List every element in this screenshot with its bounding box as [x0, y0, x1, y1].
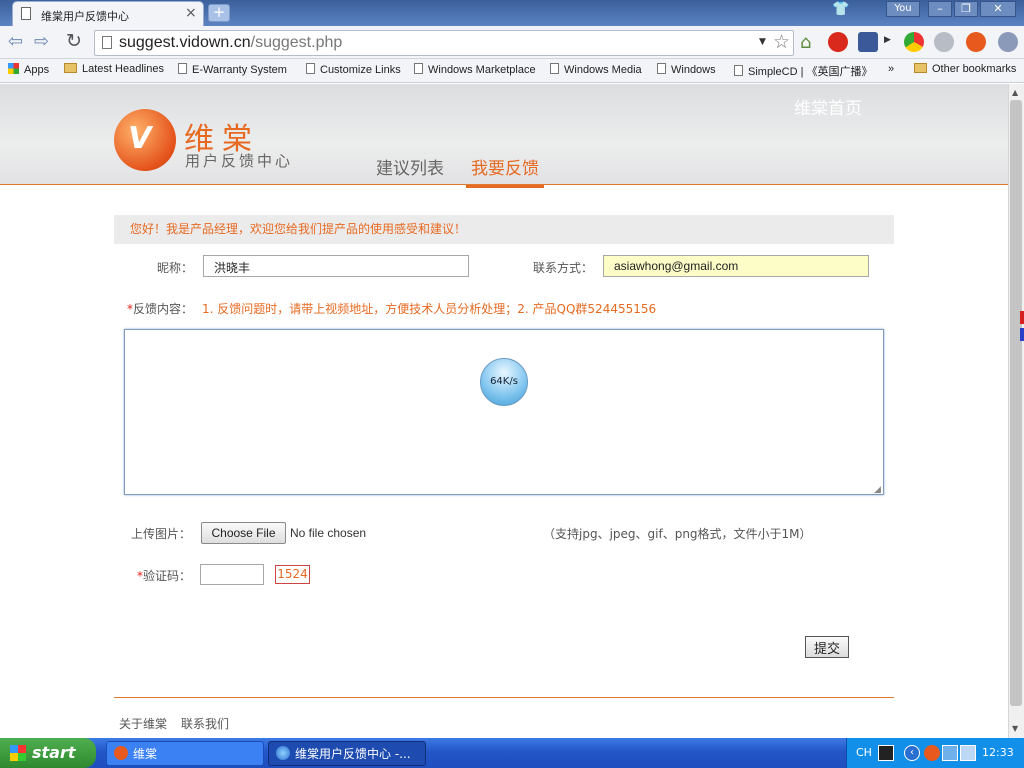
scroll-marker: [1020, 311, 1024, 324]
feedback-tips: 1. 反馈问题时，请带上视频地址，方便技术人员分析处理；2. 产品QQ群5244…: [202, 302, 657, 316]
tab-submit-feedback[interactable]: 我要反馈: [466, 154, 544, 188]
chevron-down-icon[interactable]: ▼: [759, 37, 766, 47]
page-icon: [178, 63, 187, 74]
taskbar-item-vidown[interactable]: 维棠: [106, 741, 264, 766]
more-bookmarks-button[interactable]: »: [888, 63, 894, 75]
resize-handle-icon[interactable]: ◢: [874, 485, 881, 495]
adblock-icon[interactable]: [828, 32, 848, 52]
page-icon: [734, 65, 743, 76]
home-link[interactable]: 维棠首页: [794, 94, 862, 119]
bookmark-windows[interactable]: Windows: [657, 63, 716, 76]
scroll-up-icon[interactable]: ▲: [1012, 88, 1018, 97]
connection-icon[interactable]: [960, 745, 976, 761]
bookmark-other[interactable]: Other bookmarks: [914, 63, 1016, 75]
submit-button[interactable]: 提交: [805, 636, 849, 658]
tab-title: 维棠用户反馈中心: [41, 10, 129, 23]
maximize-button[interactable]: ❐: [954, 1, 978, 17]
bookmark-latest-headlines[interactable]: Latest Headlines: [64, 63, 164, 75]
contact-us-link[interactable]: 联系我们: [181, 715, 229, 732]
page-icon: [102, 36, 112, 49]
back-arrow-icon[interactable]: ⇦: [8, 31, 23, 52]
scroll-down-icon[interactable]: ▼: [1012, 724, 1018, 733]
extension-icon[interactable]: [904, 32, 924, 52]
url-path: /suggest.php: [250, 34, 343, 51]
nickname-field[interactable]: 洪晓丰: [203, 255, 469, 277]
vidown-tray-icon[interactable]: [924, 745, 940, 761]
close-tab-icon[interactable]: ×: [185, 5, 197, 21]
input-method-icon[interactable]: [878, 745, 894, 761]
folder-icon: [914, 63, 927, 73]
taskbar-item-browser[interactable]: 维棠用户反馈中心 -...: [268, 741, 426, 766]
bookmark-e-warranty[interactable]: E-Warranty System: [178, 63, 287, 76]
close-window-button[interactable]: ✕: [980, 1, 1016, 17]
choose-file-button[interactable]: Choose File: [201, 522, 286, 544]
contact-field[interactable]: asiawhong@gmail.com: [603, 255, 869, 277]
upload-format-note: （支持jpg、jpeg、gif、png格式，文件小于1M）: [543, 527, 812, 541]
home-icon[interactable]: ⌂: [800, 32, 811, 53]
welcome-banner: 您好！我是产品经理，欢迎您给我们提产品的使用感受和建议！: [114, 215, 894, 244]
theme-shirt-icon[interactable]: 👕: [832, 1, 849, 17]
page-icon: [657, 63, 666, 74]
file-status: No file chosen: [290, 526, 367, 540]
address-bar[interactable]: suggest.vidown.cn/suggest.php ▼ ☆: [94, 30, 794, 56]
captcha-image[interactable]: 1524: [275, 565, 310, 584]
url-host: suggest.vidown.cn: [119, 34, 251, 51]
folder-icon: [64, 63, 77, 73]
tab-suggestion-list[interactable]: 建议列表: [376, 154, 444, 179]
minimize-button[interactable]: –: [928, 1, 952, 17]
settings-gear-icon[interactable]: [998, 32, 1018, 52]
contact-label: 联系方式：: [533, 261, 594, 275]
download-speed-widget[interactable]: 64K/s: [480, 358, 528, 406]
feedback-content-textarea[interactable]: [124, 329, 884, 495]
facebook-icon[interactable]: [858, 32, 878, 52]
network-icon[interactable]: [942, 745, 958, 761]
upload-label: 上传图片：: [131, 527, 192, 541]
vidown-app-icon: [114, 746, 128, 760]
page-icon: [21, 7, 31, 20]
bookmark-customize-links[interactable]: Customize Links: [306, 63, 401, 76]
web-page: V 维棠 用户反馈中心 维棠首页 建议列表 我要反馈 您好！我是产品经理，欢迎您…: [0, 84, 1008, 738]
content-label: *反馈内容：: [127, 302, 194, 316]
captcha-label: *验证码：: [137, 569, 192, 583]
chevron-right-icon[interactable]: ▶: [884, 35, 891, 45]
about-link[interactable]: 关于维棠: [119, 715, 167, 732]
forward-arrow-icon[interactable]: ⇨: [34, 31, 49, 52]
reload-icon[interactable]: ↻: [66, 30, 82, 52]
bookmark-windows-media[interactable]: Windows Media: [550, 63, 642, 76]
page-icon: [414, 63, 423, 74]
scroll-marker: [1020, 328, 1024, 341]
vidown-extension-icon[interactable]: [966, 32, 986, 52]
url-text: suggest.vidown.cn/suggest.php: [119, 34, 342, 52]
cloud-extension-icon[interactable]: [934, 32, 954, 52]
logo-subtitle: 用户反馈中心: [185, 152, 294, 170]
captcha-input[interactable]: [200, 564, 264, 585]
footer-divider: [114, 697, 894, 698]
windows-flag-icon: [10, 745, 26, 761]
bookmark-star-icon[interactable]: ☆: [773, 31, 790, 53]
nickname-label: 昵称：: [157, 261, 194, 275]
user-profile-button[interactable]: You: [886, 1, 920, 17]
page-icon: [306, 63, 315, 74]
bookmark-apps[interactable]: Apps: [8, 63, 49, 76]
page-icon: [550, 63, 559, 74]
chevron-left-icon[interactable]: ‹: [904, 745, 920, 761]
language-indicator[interactable]: CH: [856, 746, 872, 759]
bookmark-simplecd[interactable]: SimpleCD | 《英国广播》: [734, 63, 872, 79]
browser-app-icon: [276, 746, 290, 760]
clock: 12:33: [982, 746, 1014, 759]
bookmark-windows-marketplace[interactable]: Windows Marketplace: [414, 63, 536, 76]
new-tab-button[interactable]: +: [208, 4, 230, 22]
scrollbar-thumb[interactable]: [1010, 100, 1022, 706]
apps-grid-icon: [8, 63, 19, 74]
tab-feedback-center[interactable]: 维棠用户反馈中心 ×: [12, 1, 204, 26]
